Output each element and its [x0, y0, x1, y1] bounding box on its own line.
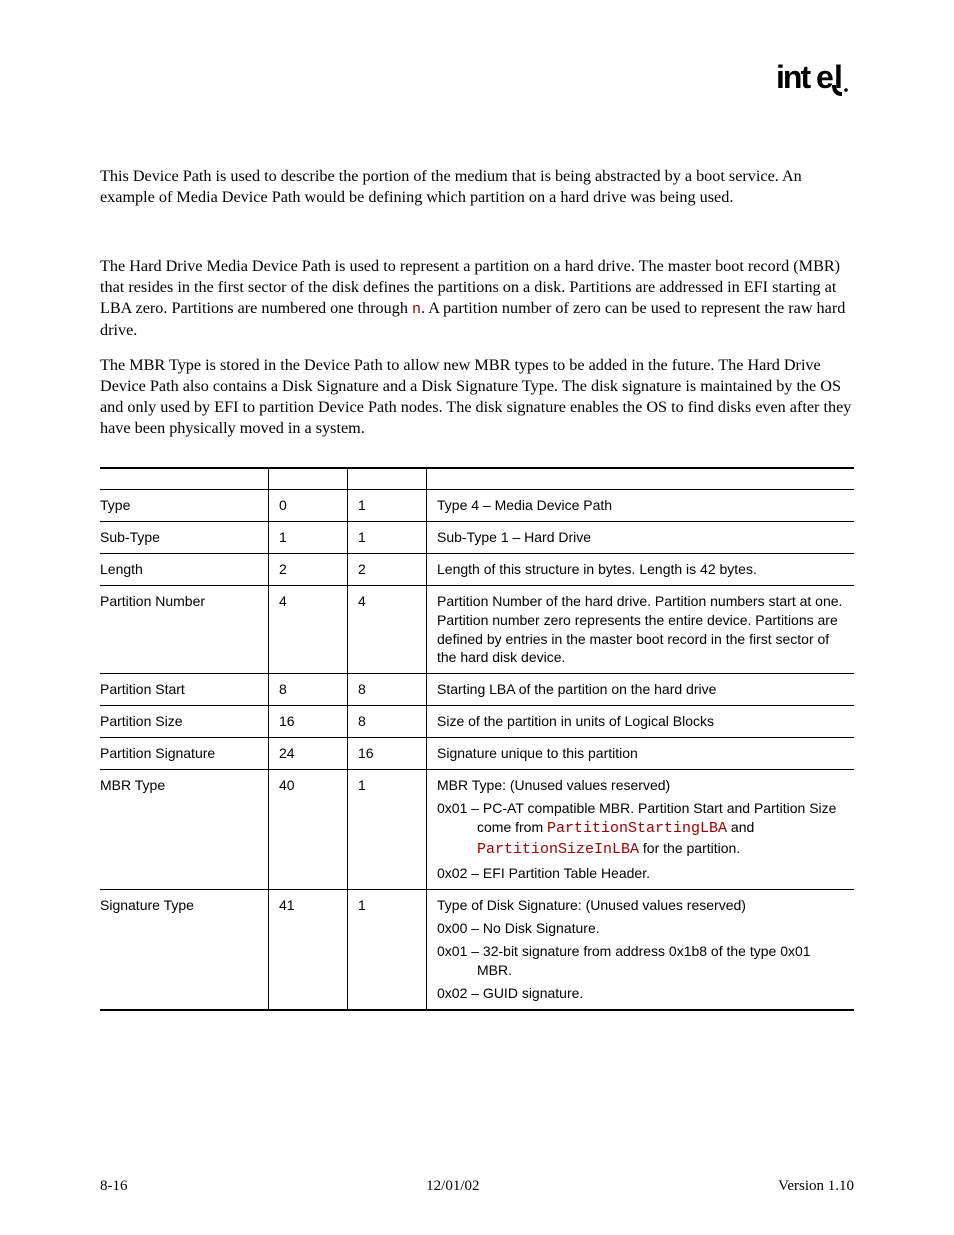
footer-version: Version 1.10: [778, 1178, 854, 1195]
cell-mnemonic: Partition Number: [100, 585, 269, 674]
cell-description: MBR Type: (Unused values reserved) 0x01 …: [427, 769, 855, 889]
cell-description: Starting LBA of the partition on the har…: [427, 674, 855, 706]
text-fragment: Type of Disk Signature: (Unused values r…: [437, 897, 746, 913]
code-partition-size-in-lba: PartitionSizeInLBA: [477, 841, 639, 858]
cell-description: Type 4 – Media Device Path: [427, 490, 855, 522]
cell-description: Size of the partition in units of Logica…: [427, 706, 855, 738]
page-footer: 8-16 12/01/02 Version 1.10: [100, 1178, 854, 1195]
cell-mnemonic: Partition Start: [100, 674, 269, 706]
svg-text:e: e: [816, 60, 833, 95]
table-row: Partition Size 16 8 Size of the partitio…: [100, 706, 854, 738]
cell-mnemonic: Length: [100, 553, 269, 585]
cell-offset: 41: [269, 890, 348, 1010]
table-row-mbr-type: MBR Type 40 1 MBR Type: (Unused values r…: [100, 769, 854, 889]
table-row: Length 2 2 Length of this structure in b…: [100, 553, 854, 585]
cell-offset: 2: [269, 553, 348, 585]
paragraph-media-device-path: This Device Path is used to describe the…: [100, 166, 854, 208]
cell-length: 16: [348, 738, 427, 770]
th-description: [427, 468, 855, 490]
cell-offset: 24: [269, 738, 348, 770]
cell-description: Signature unique to this partition: [427, 738, 855, 770]
cell-length: 8: [348, 674, 427, 706]
enum-line: 0x01 – PC-AT compatible MBR. Partition S…: [437, 799, 846, 860]
svg-text:int: int: [776, 60, 811, 95]
footer-date: 12/01/02: [426, 1178, 479, 1195]
enum-line: 0x01 – 32-bit signature from address 0x1…: [437, 942, 846, 980]
cell-description: Length of this structure in bytes. Lengt…: [427, 553, 855, 585]
code-n: n: [412, 301, 421, 318]
paragraph-mbr-type: The MBR Type is stored in the Device Pat…: [100, 355, 854, 439]
paragraph-hard-drive-intro: The Hard Drive Media Device Path is used…: [100, 256, 854, 341]
th-mnemonic: [100, 468, 269, 490]
cell-mnemonic: Type: [100, 490, 269, 522]
cell-mnemonic: Partition Signature: [100, 738, 269, 770]
code-partition-starting-lba: PartitionStartingLBA: [547, 820, 727, 837]
cell-length: 2: [348, 553, 427, 585]
cell-length: 4: [348, 585, 427, 674]
footer-page-number: 8-16: [100, 1178, 128, 1195]
cell-description: Type of Disk Signature: (Unused values r…: [427, 890, 855, 1010]
table-header-row: [100, 468, 854, 490]
cell-offset: 4: [269, 585, 348, 674]
cell-mnemonic: Sub-Type: [100, 521, 269, 553]
cell-description: Partition Number of the hard drive. Part…: [427, 585, 855, 674]
text-fragment: MBR Type: (Unused values reserved): [437, 777, 670, 793]
cell-offset: 1: [269, 521, 348, 553]
cell-description: Sub-Type 1 – Hard Drive: [427, 521, 855, 553]
table-row: Type 0 1 Type 4 – Media Device Path: [100, 490, 854, 522]
cell-offset: 8: [269, 674, 348, 706]
table-row: Sub-Type 1 1 Sub-Type 1 – Hard Drive: [100, 521, 854, 553]
th-byte-offset: [269, 468, 348, 490]
hard-drive-media-device-path-table: Type 0 1 Type 4 – Media Device Path Sub-…: [100, 467, 854, 1011]
enum-line: 0x02 – GUID signature.: [437, 984, 846, 1003]
cell-length: 8: [348, 706, 427, 738]
table-row-signature-type: Signature Type 41 1 Type of Disk Signatu…: [100, 890, 854, 1010]
cell-mnemonic: Partition Size: [100, 706, 269, 738]
cell-mnemonic: MBR Type: [100, 769, 269, 889]
cell-length: 1: [348, 769, 427, 889]
text-fragment: and: [727, 819, 754, 835]
cell-mnemonic: Signature Type: [100, 890, 269, 1010]
th-byte-length: [348, 468, 427, 490]
text-fragment: for the partition.: [639, 840, 740, 856]
cell-offset: 0: [269, 490, 348, 522]
enum-line: 0x02 – EFI Partition Table Header.: [437, 864, 846, 883]
intel-logo: int e l: [776, 60, 854, 96]
table-row: Partition Number 4 4 Partition Number of…: [100, 585, 854, 674]
cell-length: 1: [348, 490, 427, 522]
cell-length: 1: [348, 521, 427, 553]
cell-length: 1: [348, 890, 427, 1010]
cell-offset: 16: [269, 706, 348, 738]
cell-offset: 40: [269, 769, 348, 889]
table-row: Partition Start 8 8 Starting LBA of the …: [100, 674, 854, 706]
table-row: Partition Signature 24 16 Signature uniq…: [100, 738, 854, 770]
enum-line: 0x00 – No Disk Signature.: [437, 919, 846, 938]
